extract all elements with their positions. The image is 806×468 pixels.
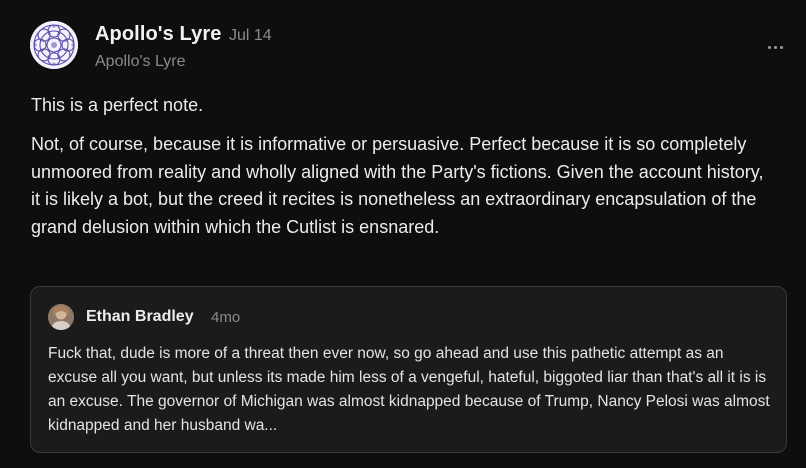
quoted-author-name[interactable]: Ethan Bradley [86, 308, 194, 326]
more-options-button[interactable] [762, 38, 788, 56]
author-name[interactable]: Apollo's Lyre [95, 23, 221, 46]
quoted-note-text: Fuck that, dude is more of a threat then… [48, 345, 770, 434]
ellipsis-icon [766, 45, 784, 49]
person-avatar-icon [48, 304, 74, 330]
post-date[interactable]: Jul 14 [229, 27, 272, 45]
quoted-note-card[interactable]: Ethan Bradley 4mo Fuck that, dude is mor… [30, 286, 787, 453]
author-avatar[interactable] [30, 21, 78, 69]
author-handle[interactable]: Apollo's Lyre [95, 53, 186, 71]
note-card: Apollo's Lyre Jul 14 Apollo's Lyre This … [0, 0, 806, 468]
quoted-post-date: 4mo [211, 309, 241, 326]
note-paragraph: Not, of course, because it is informativ… [31, 134, 764, 237]
quoted-author-avatar[interactable] [48, 304, 74, 330]
mandala-avatar-icon [30, 21, 78, 69]
note-paragraph: This is a perfect note. [31, 95, 204, 115]
